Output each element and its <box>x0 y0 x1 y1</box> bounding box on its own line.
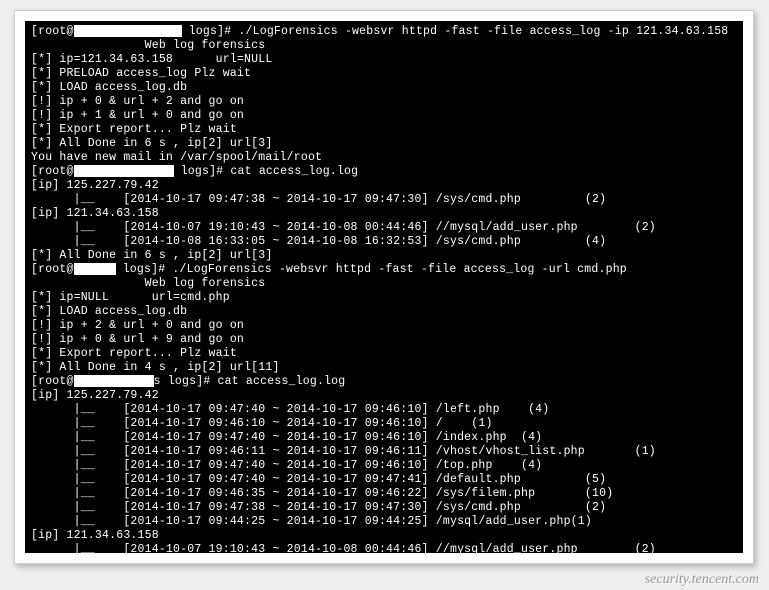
r3-l2: [!] ip + 2 & url + 0 and go on <box>31 319 737 333</box>
screenshot-frame: [root@ logs]# ./LogForensics -websvr htt… <box>14 10 754 564</box>
out2-l3: |__ [2014-10-17 09:47:40 ~ 2014-10-17 09… <box>31 431 737 445</box>
banner-1b: [*] ip=121.34.63.158 url=NULL <box>31 53 737 67</box>
r3-l5: [*] All Done in 4 s , ip[2] url[11] <box>31 361 737 375</box>
out2-l1: |__ [2014-10-17 09:47:40 ~ 2014-10-17 09… <box>31 403 737 417</box>
banner-3b: [*] ip=NULL url=cmd.php <box>31 291 737 305</box>
watermark: security.tencent.com <box>645 572 759 588</box>
out2-l2: |__ [2014-10-17 09:46:10 ~ 2014-10-17 09… <box>31 417 737 431</box>
out2-l4: |__ [2014-10-17 09:46:11 ~ 2014-10-17 09… <box>31 445 737 459</box>
prompt-line-2: [root@ logs]# cat access_log.log <box>31 165 737 179</box>
out1-ip2: [ip] 121.34.63.158 <box>31 207 737 221</box>
prompt-user: [root@ <box>31 25 74 38</box>
host-redacted <box>74 263 116 275</box>
out1-l3: |__ [2014-10-08 16:33:05 ~ 2014-10-08 16… <box>31 235 737 249</box>
prompt-path: logs]# <box>182 25 239 38</box>
r1-l6: [*] All Done in 6 s , ip[2] url[3] <box>31 137 737 151</box>
out1-ip1: [ip] 125.227.79.42 <box>31 179 737 193</box>
banner-3a: Web log forensics <box>31 277 737 291</box>
r3-l3: [!] ip + 0 & url + 9 and go on <box>31 333 737 347</box>
out2-ip2: [ip] 121.34.63.158 <box>31 529 737 543</box>
cmd-4: cat access_log.log <box>218 375 346 388</box>
r1-l4: [!] ip + 1 & url + 0 and go on <box>31 109 737 123</box>
host-redacted <box>74 375 154 387</box>
out2-l5: |__ [2014-10-17 09:47:40 ~ 2014-10-17 09… <box>31 459 737 473</box>
r1-l1: [*] PRELOAD access_log Plz wait <box>31 67 737 81</box>
terminal[interactable]: [root@ logs]# ./LogForensics -websvr htt… <box>25 21 743 553</box>
r1-l5: [*] Export report... Plz wait <box>31 123 737 137</box>
r1-l2: [*] LOAD access_log.db <box>31 81 737 95</box>
out2-l9: |__ [2014-10-17 09:44:25 ~ 2014-10-17 09… <box>31 515 737 529</box>
out2-l6: |__ [2014-10-17 09:47:40 ~ 2014-10-17 09… <box>31 473 737 487</box>
out1-l1: |__ [2014-10-17 09:47:38 ~ 2014-10-17 09… <box>31 193 737 207</box>
host-redacted <box>74 165 174 177</box>
prompt-line-4: [root@s logs]# cat access_log.log <box>31 375 737 389</box>
prompt-line-1: [root@ logs]# ./LogForensics -websvr htt… <box>31 25 737 39</box>
mail-notice: You have new mail in /var/spool/mail/roo… <box>31 151 737 165</box>
cmd-2: cat access_log.log <box>230 165 358 178</box>
prompt-line-3: [root@ logs]# ./LogForensics -websvr htt… <box>31 263 737 277</box>
r3-l1: [*] LOAD access_log.db <box>31 305 737 319</box>
banner-1a: Web log forensics <box>31 39 737 53</box>
cmd-1: ./LogForensics -websvr httpd -fast -file… <box>238 25 728 38</box>
out2-l8: |__ [2014-10-17 09:47:38 ~ 2014-10-17 09… <box>31 501 737 515</box>
out1-l2: |__ [2014-10-07 19:10:43 ~ 2014-10-08 00… <box>31 221 737 235</box>
out1-done: [*] All Done in 6 s , ip[2] url[3] <box>31 249 737 263</box>
out2-l10: |__ [2014-10-07 19:10:43 ~ 2014-10-08 00… <box>31 543 737 553</box>
out2-l7: |__ [2014-10-17 09:46:35 ~ 2014-10-17 09… <box>31 487 737 501</box>
r1-l3: [!] ip + 0 & url + 2 and go on <box>31 95 737 109</box>
out2-ip1: [ip] 125.227.79.42 <box>31 389 737 403</box>
cmd-3: ./LogForensics -websvr httpd -fast -file… <box>172 263 626 276</box>
host-redacted <box>74 25 182 37</box>
r3-l4: [*] Export report... Plz wait <box>31 347 737 361</box>
